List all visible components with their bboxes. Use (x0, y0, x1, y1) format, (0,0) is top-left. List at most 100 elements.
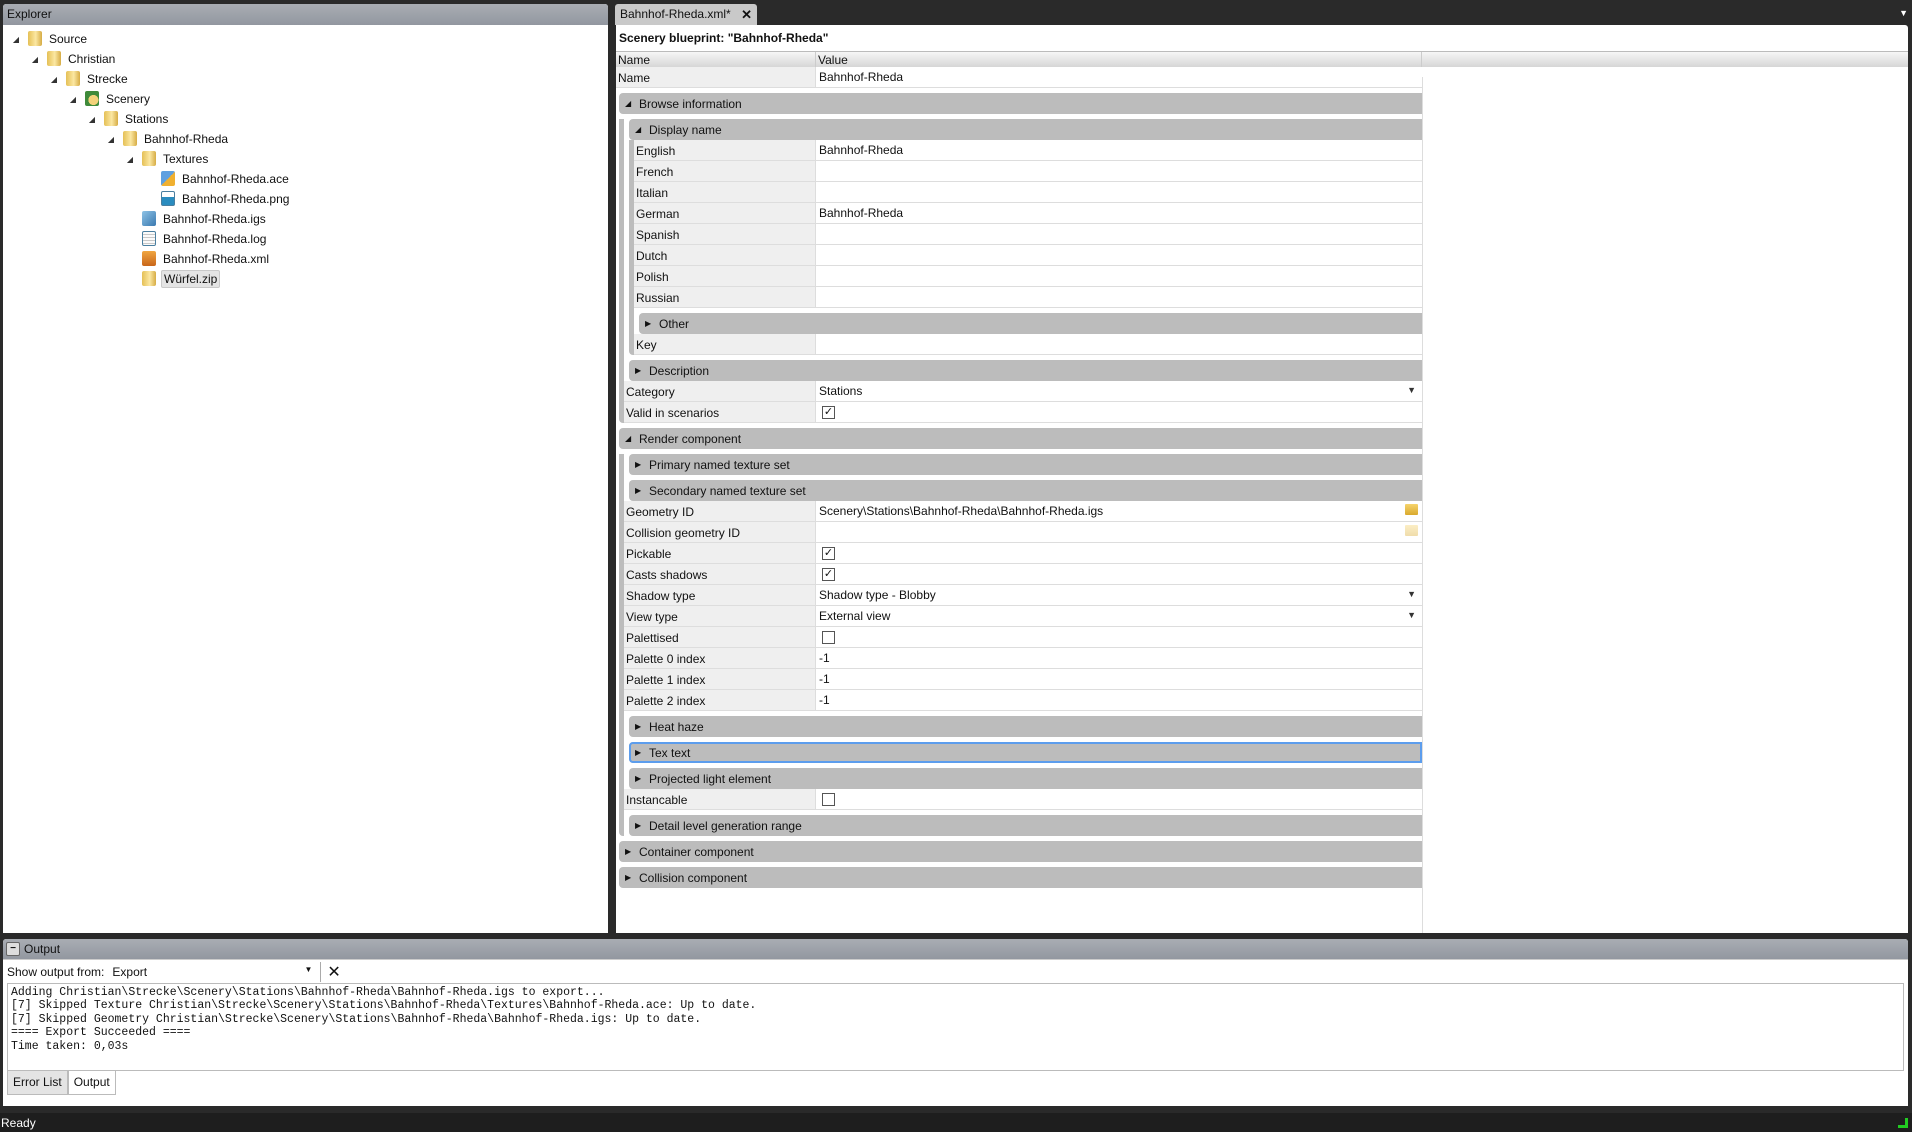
group-header[interactable]: ▶ Container component (619, 841, 1422, 862)
expand-arrow-icon[interactable]: ▶ (625, 873, 639, 882)
property-value[interactable] (816, 224, 1422, 244)
tab-error-list[interactable]: Error List (7, 1071, 68, 1095)
expand-arrow-icon[interactable]: ▶ (635, 774, 649, 783)
tab-bahnhof-rheda-xml[interactable]: Bahnhof-Rheda.xml* ✕ (615, 4, 757, 25)
expanded-arrow-icon[interactable]: ◢ (106, 135, 116, 144)
expand-arrow-icon[interactable]: ▶ (635, 486, 649, 495)
property-value[interactable]: -1 (816, 648, 1422, 668)
browse-folder-icon[interactable] (1405, 525, 1418, 536)
property-value-text[interactable]: -1 (819, 693, 830, 707)
property-value-text[interactable]: External view (819, 609, 890, 623)
tree-item[interactable]: ◢ Christian (3, 49, 608, 69)
group-header[interactable]: ▶ Projected light element (629, 768, 1422, 789)
group-header[interactable]: ▶ Primary named texture set (629, 454, 1422, 475)
property-value[interactable]: -1 (816, 690, 1422, 710)
expanded-arrow-icon[interactable]: ◢ (11, 35, 21, 44)
property-value[interactable]: Bahnhof-Rheda (816, 140, 1422, 160)
tree-item[interactable]: ◢ Scenery (3, 89, 608, 109)
property-value-text[interactable]: Bahnhof-Rheda (819, 143, 903, 157)
expand-arrow-icon[interactable]: ▶ (625, 847, 639, 856)
checkbox[interactable]: ✓ (822, 567, 835, 581)
property-value[interactable]: Shadow type - Blobby ▼ (816, 585, 1422, 605)
chevron-down-icon[interactable]: ▼ (1407, 589, 1416, 599)
property-value-text[interactable]: -1 (819, 651, 830, 665)
expanded-arrow-icon[interactable]: ◢ (49, 75, 59, 84)
tree-item[interactable]: ◢ Strecke (3, 69, 608, 89)
collapse-arrow-icon[interactable]: ◢ (625, 434, 639, 443)
tree-item[interactable]: Würfel.zip (3, 269, 608, 289)
expand-arrow-icon[interactable]: ▶ (635, 366, 649, 375)
property-value[interactable] (816, 522, 1422, 542)
tree-item[interactable]: ◢ Source (3, 29, 608, 49)
output-source-select[interactable]: Export ▼ (112, 965, 312, 979)
column-header-value[interactable]: Value (816, 52, 1422, 67)
group-header[interactable]: ▶ Heat haze (629, 716, 1422, 737)
tab-list-dropdown-icon[interactable]: ▼ (1899, 8, 1908, 18)
collapse-arrow-icon[interactable]: ◢ (625, 99, 639, 108)
property-value[interactable]: Stations ▼ (816, 381, 1422, 401)
group-header[interactable]: ◢ Display name (629, 119, 1422, 140)
group-header[interactable]: ◢ Render component (619, 428, 1422, 449)
chevron-down-icon[interactable]: ▼ (1407, 610, 1416, 620)
property-value[interactable]: ✓ (816, 543, 1422, 563)
group-header[interactable]: ▶ Collision component (619, 867, 1422, 888)
close-icon[interactable]: ✕ (741, 7, 752, 22)
expand-arrow-icon[interactable]: ▶ (645, 319, 659, 328)
expanded-arrow-icon[interactable]: ◢ (125, 155, 135, 164)
checkbox[interactable]: ✓ (822, 546, 835, 560)
property-value[interactable]: External view ▼ (816, 606, 1422, 626)
property-value[interactable]: -1 (816, 669, 1422, 689)
group-header[interactable]: ▶ Secondary named texture set (629, 480, 1422, 501)
property-value[interactable]: ✓ (816, 564, 1422, 584)
tree-item[interactable]: Bahnhof-Rheda.xml (3, 249, 608, 269)
property-value[interactable] (816, 245, 1422, 265)
resize-grip-icon[interactable] (1898, 1118, 1908, 1128)
checkbox[interactable]: ✓ (822, 405, 835, 419)
group-header[interactable]: ▶ Description (629, 360, 1422, 381)
chevron-down-icon[interactable]: ▼ (1407, 385, 1416, 395)
expanded-arrow-icon[interactable]: ◢ (87, 115, 97, 124)
collapse-arrow-icon[interactable]: ◢ (635, 125, 649, 134)
property-value[interactable] (816, 627, 1422, 647)
tree-item[interactable]: Bahnhof-Rheda.ace (3, 169, 608, 189)
tree-item[interactable]: Bahnhof-Rheda.igs (3, 209, 608, 229)
property-value[interactable]: Bahnhof-Rheda (816, 203, 1422, 223)
group-header[interactable]: ▶ Detail level generation range (629, 815, 1422, 836)
checkbox[interactable] (822, 792, 835, 806)
property-value[interactable]: ✓ (816, 402, 1422, 422)
tree-item[interactable]: Bahnhof-Rheda.log (3, 229, 608, 249)
property-value[interactable] (816, 789, 1422, 809)
expanded-arrow-icon[interactable]: ◢ (30, 55, 40, 64)
expanded-arrow-icon[interactable]: ◢ (68, 95, 78, 104)
clear-output-icon[interactable]: ✕ (320, 961, 341, 982)
property-value[interactable] (816, 161, 1422, 181)
tree-item[interactable]: ◢ Bahnhof-Rheda (3, 129, 608, 149)
property-value-text[interactable]: Bahnhof-Rheda (819, 70, 903, 84)
expand-arrow-icon[interactable]: ▶ (635, 460, 649, 469)
property-value-text[interactable]: Stations (819, 384, 862, 398)
expand-arrow-icon[interactable]: ▶ (635, 748, 649, 757)
tree-item[interactable]: Bahnhof-Rheda.png (3, 189, 608, 209)
group-header[interactable]: ◢ Browse information (619, 93, 1422, 114)
property-value[interactable] (816, 182, 1422, 202)
property-value-text[interactable]: Shadow type - Blobby (819, 588, 936, 602)
property-value[interactable] (816, 287, 1422, 307)
tree-item[interactable]: ◢ Stations (3, 109, 608, 129)
browse-folder-icon[interactable] (1405, 504, 1418, 515)
expand-arrow-icon[interactable]: ▶ (635, 722, 649, 731)
property-value[interactable]: Bahnhof-Rheda (816, 67, 1422, 87)
property-value[interactable]: Scenery\Stations\Bahnhof-Rheda\Bahnhof-R… (816, 501, 1422, 521)
expand-arrow-icon[interactable]: ▶ (635, 821, 649, 830)
property-value-text[interactable]: Scenery\Stations\Bahnhof-Rheda\Bahnhof-R… (819, 504, 1103, 518)
checkbox[interactable] (822, 630, 835, 644)
tree-item[interactable]: ◢ Textures (3, 149, 608, 169)
column-header-name[interactable]: Name (616, 52, 816, 67)
property-value[interactable] (816, 266, 1422, 286)
tab-output[interactable]: Output (67, 1071, 116, 1095)
property-value[interactable] (816, 334, 1422, 354)
property-value-text[interactable]: Bahnhof-Rheda (819, 206, 903, 220)
group-header[interactable]: ▶ Other (639, 313, 1422, 334)
output-text[interactable]: Adding Christian\Strecke\Scenery\Station… (7, 983, 1904, 1071)
collapse-icon[interactable]: − (6, 942, 20, 956)
group-header[interactable]: ▶ Tex text (629, 742, 1422, 763)
